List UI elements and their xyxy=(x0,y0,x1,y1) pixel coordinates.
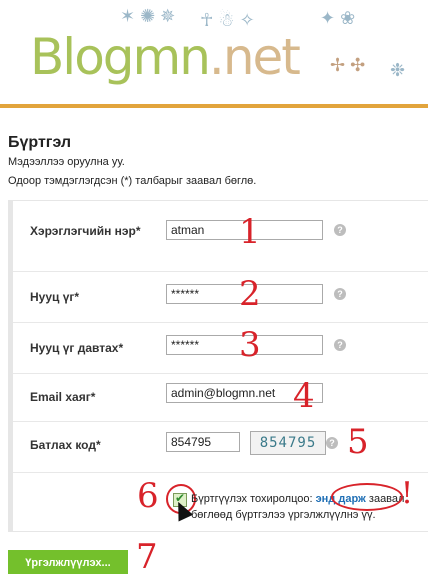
captcha-label: Батлах код* xyxy=(30,438,101,452)
intro-text: Мэдээллээ оруулна уу. xyxy=(8,156,125,168)
annotation-4: 4 xyxy=(293,376,315,416)
decorative-doodle-icon: ✶ ✺ ✵ xyxy=(120,6,176,26)
header-divider xyxy=(0,104,428,108)
email-row: Email хаяг* 4 xyxy=(13,373,428,422)
annotation-7: 7 xyxy=(136,537,158,577)
captcha-input[interactable] xyxy=(166,432,240,452)
logo-text-left: Blogmn xyxy=(30,28,211,86)
password-label: Нууц үг* xyxy=(30,290,80,304)
captcha-row: Батлах код* ? 5 xyxy=(13,421,428,473)
help-icon[interactable]: ? xyxy=(334,339,346,351)
annotation-3: 3 xyxy=(239,325,261,365)
captcha-image: 854795 xyxy=(250,431,326,455)
decorative-lizard-icon: ✦ ❀ xyxy=(320,8,356,28)
password-row: Нууц үг* ? 2 xyxy=(13,271,428,323)
decorative-figure-icon: ☥ ☃ ✧ xyxy=(200,10,255,30)
decorative-deer-icon: ✢ ✣ xyxy=(330,55,366,75)
decorative-mark-icon: ❉ xyxy=(390,60,406,80)
password-repeat-row: Нууц үг давтах* ? 3 xyxy=(13,322,428,374)
help-icon[interactable]: ? xyxy=(326,437,338,449)
required-note: Одоор тэмдэглэгдсэн (*) талбарыг заавал … xyxy=(8,175,257,187)
help-icon[interactable]: ? xyxy=(334,288,346,300)
username-row: Хэрэглэгчийн нэр* ? 1 xyxy=(13,201,428,272)
username-label: Хэрэглэгчийн нэр* xyxy=(30,224,141,238)
logo-text-right: .net xyxy=(208,28,301,86)
help-icon[interactable]: ? xyxy=(334,224,346,236)
annotation-exclamation: ! xyxy=(401,476,414,511)
continue-button[interactable]: Үргэлжлүүлэх... xyxy=(8,550,128,574)
site-header: Blogmn.net ✶ ✺ ✵ ☥ ☃ ✧ ✦ ❀ ✢ ✣ ❉ xyxy=(0,0,428,104)
registration-form: Хэрэглэгчийн нэр* ? 1 Нууц үг* ? 2 Нууц … xyxy=(8,200,428,532)
email-label: Email хаяг* xyxy=(30,390,96,404)
annotation-5: 5 xyxy=(347,422,369,462)
annotation-6: 6 xyxy=(137,476,159,516)
annotation-circle-link xyxy=(331,483,403,511)
site-logo[interactable]: Blogmn.net xyxy=(30,28,301,86)
password-repeat-label: Нууц үг давтах* xyxy=(30,341,124,355)
page-title: Бүртгэл xyxy=(8,134,72,151)
agreement-line2: бөглөөд бүртгэлээ үргэлжлүүлнэ үү. xyxy=(191,509,376,521)
agreement-prefix: Бүртгүүлэх тохиролцоо: xyxy=(191,493,313,505)
annotation-1: 1 xyxy=(239,212,261,252)
annotation-2: 2 xyxy=(239,274,261,314)
